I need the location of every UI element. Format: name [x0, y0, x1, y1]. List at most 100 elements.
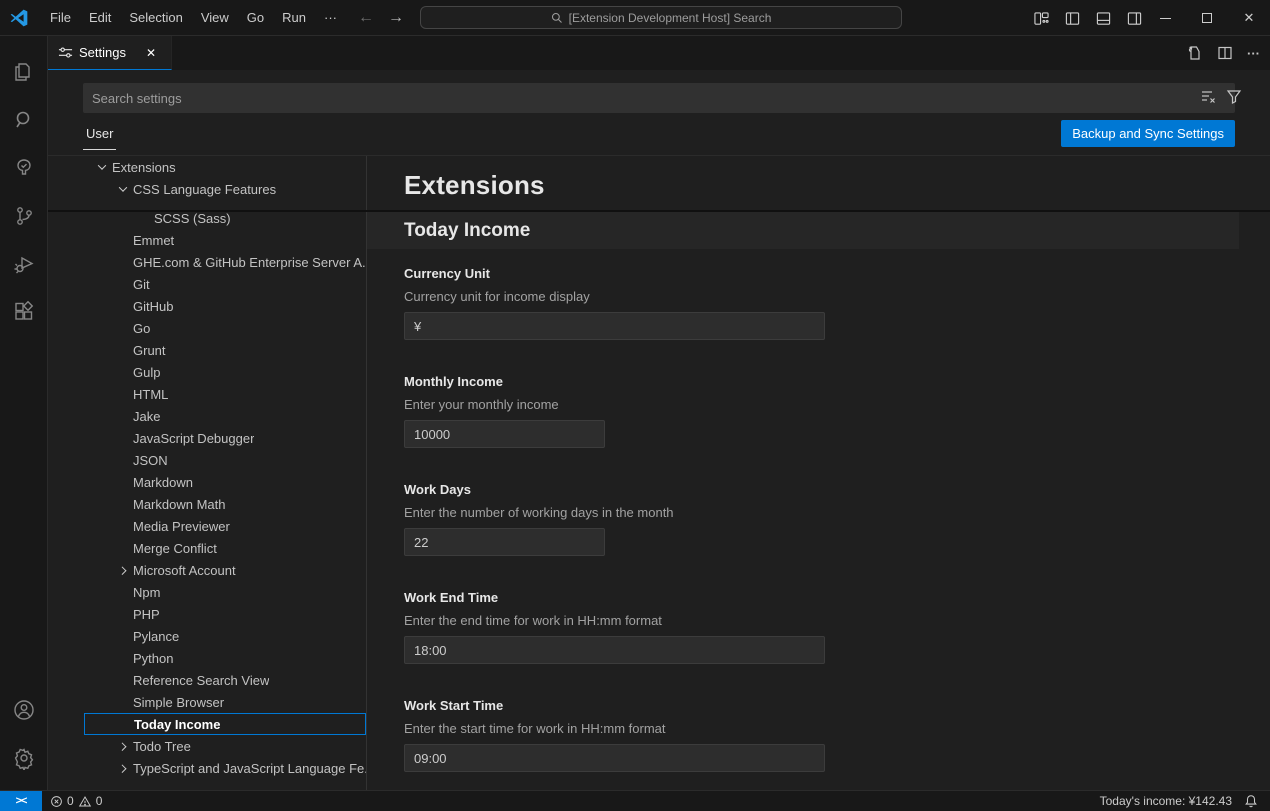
menu-run[interactable]: Run — [273, 6, 315, 29]
run-debug-icon[interactable] — [0, 240, 48, 288]
notifications-bell-icon[interactable] — [1244, 794, 1258, 808]
filter-icon[interactable] — [1226, 88, 1242, 104]
toc-item-simple-browser[interactable]: Simple Browser — [84, 691, 366, 713]
toc-item-npm[interactable]: Npm — [84, 581, 366, 603]
toc-item-label: Microsoft Account — [133, 563, 236, 578]
twistie-placeholder — [115, 276, 131, 292]
toggle-panel-icon[interactable] — [1096, 11, 1111, 26]
twistie-placeholder — [115, 672, 131, 688]
accounts-icon[interactable] — [0, 686, 48, 734]
setting-description: Enter the start time for work in HH:mm f… — [404, 721, 666, 736]
setting-input-work-days[interactable] — [404, 528, 605, 556]
toc-item-css-language-features[interactable]: CSS Language Features — [84, 178, 366, 200]
testing-icon[interactable] — [0, 144, 48, 192]
twistie-placeholder — [115, 232, 131, 248]
minimize-button[interactable] — [1144, 0, 1186, 36]
backup-sync-settings-button[interactable]: Backup and Sync Settings — [1061, 120, 1235, 147]
setting-input-currency-unit[interactable] — [404, 312, 825, 340]
menu-go[interactable]: Go — [238, 6, 273, 29]
tab-user-scope[interactable]: User — [83, 126, 116, 150]
toc-item-javascript-debugger[interactable]: JavaScript Debugger — [84, 427, 366, 449]
setting-input-work-start-time[interactable] — [404, 744, 825, 772]
setting-work-end-time: Work End TimeEnter the end time for work… — [404, 590, 1234, 605]
toc-item-label: Python — [133, 651, 173, 666]
toc-item-go[interactable]: Go — [84, 317, 366, 339]
back-arrow-icon[interactable]: ← — [358, 9, 374, 27]
search-view-icon[interactable] — [0, 96, 48, 144]
toc-item-todo-tree[interactable]: Todo Tree — [84, 735, 366, 757]
menu-view[interactable]: View — [192, 6, 238, 29]
toc-item-media-previewer[interactable]: Media Previewer — [84, 515, 366, 537]
twistie-collapsed-icon[interactable] — [115, 760, 131, 776]
twistie-collapsed-icon[interactable] — [115, 562, 131, 578]
customize-layout-icon[interactable] — [1034, 11, 1049, 26]
toc-item-extensions[interactable]: Extensions — [84, 156, 366, 178]
toc-item-pylance[interactable]: Pylance — [84, 625, 366, 647]
toc-item-markdown-math[interactable]: Markdown Math — [84, 493, 366, 515]
toc-item-merge-conflict[interactable]: Merge Conflict — [84, 537, 366, 559]
setting-description: Currency unit for income display — [404, 289, 590, 304]
twistie-collapsed-icon[interactable] — [115, 738, 131, 754]
problems-status[interactable]: 0 0 — [42, 794, 110, 808]
toc-item-json[interactable]: JSON — [84, 449, 366, 471]
setting-input-monthly-income[interactable] — [404, 420, 605, 448]
today-income-status[interactable]: Today's income: ¥142.43 — [1100, 794, 1232, 808]
settings-search-input[interactable] — [83, 83, 1235, 113]
tab-close-icon[interactable]: ✕ — [146, 46, 156, 60]
forward-arrow-icon[interactable]: → — [388, 9, 404, 27]
maximize-button[interactable] — [1186, 0, 1228, 36]
command-center-search[interactable]: [Extension Development Host] Search — [420, 6, 902, 29]
toc-item-python[interactable]: Python — [84, 647, 366, 669]
twistie-placeholder — [115, 584, 131, 600]
toc-item-label: Pylance — [133, 629, 179, 644]
twistie-expanded-icon[interactable] — [94, 159, 110, 175]
toc-item-php[interactable]: PHP — [84, 603, 366, 625]
toggle-secondary-sidebar-icon[interactable] — [1127, 11, 1142, 26]
setting-label: Work Start Time — [404, 698, 1234, 713]
settings-page: Extensions Today Income Currency UnitCur… — [366, 156, 1270, 790]
toc-item-github[interactable]: GitHub — [84, 295, 366, 317]
toc-item-html[interactable]: HTML — [84, 383, 366, 405]
close-window-button[interactable]: ✕ — [1228, 0, 1270, 36]
toc-item-label: Extensions — [112, 160, 176, 175]
explorer-icon[interactable] — [0, 48, 48, 96]
toc-item-gulp[interactable]: Gulp — [84, 361, 366, 383]
toc-item-reference-search-view[interactable]: Reference Search View — [84, 669, 366, 691]
twistie-expanded-icon[interactable] — [115, 181, 131, 197]
toc-item-markdown[interactable]: Markdown — [84, 471, 366, 493]
twistie-placeholder — [115, 430, 131, 446]
twistie-placeholder — [115, 496, 131, 512]
remote-indicator[interactable]: >< — [0, 791, 42, 811]
toc-item-grunt[interactable]: Grunt — [84, 339, 366, 361]
extensions-icon[interactable] — [0, 288, 48, 336]
clear-search-input-icon[interactable] — [1200, 88, 1216, 104]
settings-gear-icon[interactable] — [0, 734, 48, 782]
setting-label: Currency Unit — [404, 266, 1234, 281]
twistie-placeholder — [115, 474, 131, 490]
toc-item-typescript-and-javascript-language-fe[interactable]: TypeScript and JavaScript Language Fe... — [84, 757, 366, 779]
menu-more[interactable]: ··· — [315, 6, 346, 29]
toc-item-git[interactable]: Git — [84, 273, 366, 295]
toc-item-emmet[interactable]: Emmet — [84, 229, 366, 251]
toc-item-ghe-com-github-enterprise-server-a[interactable]: GHE.com & GitHub Enterprise Server A... — [84, 251, 366, 273]
setting-input-work-end-time[interactable] — [404, 636, 825, 664]
tab-settings[interactable]: Settings ✕ — [48, 36, 172, 70]
status-bar: >< 0 0 Today's income: ¥142.43 — [0, 790, 1270, 811]
twistie-placeholder — [115, 320, 131, 336]
settings-toc: ExtensionsCSS Language FeaturesSCSS (Sas… — [48, 156, 366, 790]
split-editor-icon[interactable] — [1217, 45, 1233, 61]
open-settings-json-icon[interactable] — [1187, 45, 1203, 61]
command-center-label: [Extension Development Host] Search — [569, 11, 772, 25]
menu-edit[interactable]: Edit — [80, 6, 120, 29]
toc-item-jake[interactable]: Jake — [84, 405, 366, 427]
toc-item-label: Merge Conflict — [133, 541, 217, 556]
toc-item-microsoft-account[interactable]: Microsoft Account — [84, 559, 366, 581]
menu-file[interactable]: File — [41, 6, 80, 29]
menu-selection[interactable]: Selection — [120, 6, 191, 29]
toc-item-today-income[interactable]: Today Income — [84, 713, 366, 735]
source-control-icon[interactable] — [0, 192, 48, 240]
twistie-placeholder — [115, 518, 131, 534]
twistie-placeholder — [115, 298, 131, 314]
editor-more-actions-icon[interactable]: ··· — [1247, 46, 1260, 61]
toggle-sidebar-icon[interactable] — [1065, 11, 1080, 26]
